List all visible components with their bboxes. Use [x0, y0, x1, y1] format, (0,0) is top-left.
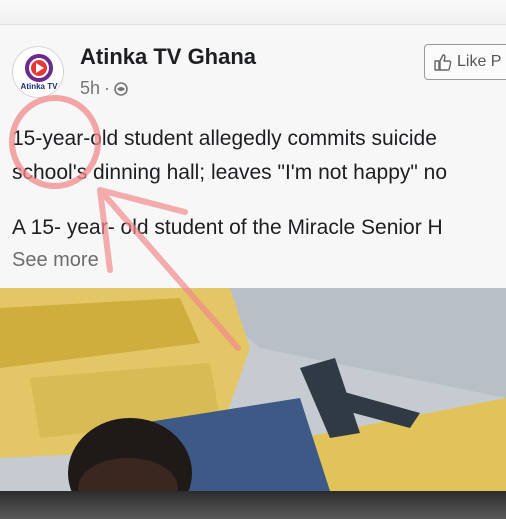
see-more-link[interactable]: See more — [12, 249, 99, 272]
post-time[interactable]: 5h — [80, 78, 100, 99]
globe-icon — [114, 81, 128, 96]
meta-separator: · — [104, 78, 111, 98]
top-bar — [0, 0, 506, 25]
like-page-button[interactable]: Like P — [424, 44, 506, 80]
bottom-bar — [0, 491, 506, 519]
facebook-post: Atinka TV Atinka TV Ghana 5h · Like P 15… — [0, 26, 506, 288]
post-body: A 15- year- old student of the Miracle S… — [12, 216, 443, 239]
screenshot: Atinka TV Atinka TV Ghana 5h · Like P 15… — [0, 0, 506, 519]
post-headline: 15-year-old student allegedly commits su… — [12, 122, 506, 190]
avatar-label: Atinka TV — [20, 82, 58, 91]
page-name[interactable]: Atinka TV Ghana — [80, 44, 256, 70]
post-meta: 5h · — [80, 78, 128, 99]
page-avatar[interactable]: Atinka TV — [12, 46, 64, 98]
post-photo-illustration — [0, 288, 506, 491]
like-button-label: Like P — [457, 53, 502, 70]
atinka-logo-icon — [25, 54, 53, 82]
headline-line-2: school's dinning hall; leaves "I'm not h… — [12, 161, 448, 184]
thumbs-up-icon — [434, 54, 452, 71]
post-image[interactable] — [0, 288, 506, 491]
headline-line-1: 15-year-old student allegedly commits su… — [12, 127, 437, 150]
